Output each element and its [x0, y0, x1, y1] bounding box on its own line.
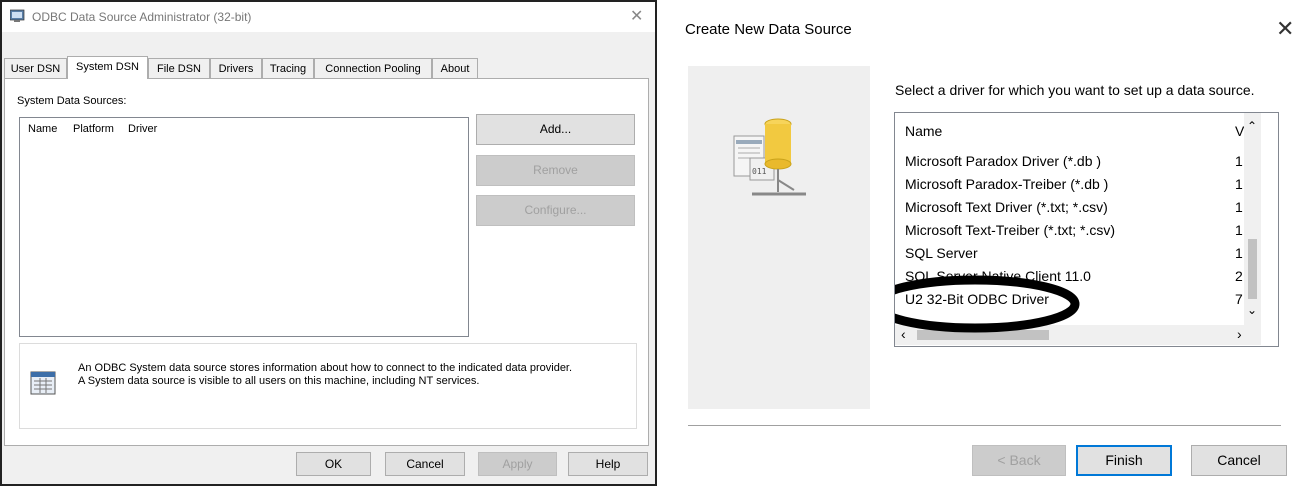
tab-drivers[interactable]: Drivers: [210, 58, 262, 78]
create-data-source-dialog: Create New Data Source ✕ 011 Select a dr…: [672, 0, 1298, 486]
close-icon[interactable]: ✕: [630, 6, 643, 26]
svg-text:011: 011: [752, 167, 767, 176]
cancel-button[interactable]: Cancel: [385, 452, 465, 476]
info-box: An ODBC System data source stores inform…: [19, 343, 637, 429]
system-data-sources-label: System Data Sources:: [17, 95, 127, 107]
highlight-circle-annotation: [895, 275, 1080, 333]
column-header-version[interactable]: V: [1235, 123, 1244, 139]
list-item-version: 1: [1235, 245, 1243, 261]
info-line-2: A System data source is visible to all u…: [78, 375, 480, 387]
tab-user-dsn[interactable]: User DSN: [4, 58, 67, 78]
help-button[interactable]: Help: [568, 452, 648, 476]
data-source-wizard-icon: 011: [733, 118, 806, 196]
column-header-name[interactable]: Name: [28, 123, 57, 135]
column-header-platform[interactable]: Platform: [73, 123, 114, 135]
configure-button[interactable]: Configure...: [476, 195, 635, 226]
data-sources-list[interactable]: Name Platform Driver: [19, 117, 469, 337]
remove-button[interactable]: Remove: [476, 155, 635, 186]
list-item[interactable]: Microsoft Text Driver (*.txt; *.csv): [905, 199, 1108, 215]
cancel-button[interactable]: Cancel: [1191, 445, 1287, 476]
list-item[interactable]: Microsoft Text-Treiber (*.txt; *.csv): [905, 222, 1115, 238]
vertical-scroll-thumb[interactable]: [1248, 239, 1257, 299]
tab-tracing[interactable]: Tracing: [262, 58, 314, 78]
info-text: An ODBC System data source stores inform…: [78, 362, 638, 388]
list-item-version: 1: [1235, 199, 1243, 215]
tab-about[interactable]: About: [432, 58, 478, 78]
list-item-version: 7: [1235, 291, 1243, 307]
database-info-icon: [30, 371, 56, 395]
close-icon[interactable]: ✕: [1276, 16, 1294, 42]
driver-list[interactable]: Name V Microsoft Paradox Driver (*.db ) …: [894, 112, 1279, 347]
apply-button[interactable]: Apply: [478, 452, 557, 476]
column-header-driver[interactable]: Driver: [128, 123, 157, 135]
ok-button[interactable]: OK: [296, 452, 371, 476]
list-item[interactable]: Microsoft Paradox-Treiber (*.db ): [905, 176, 1108, 192]
odbc-admin-window: ODBC Data Source Administrator (32-bit) …: [0, 0, 657, 486]
separator: [688, 425, 1281, 426]
list-item[interactable]: Microsoft Paradox Driver (*.db ): [905, 153, 1101, 169]
vertical-scrollbar[interactable]: ⌃ ⌄: [1244, 113, 1261, 325]
info-line-1: An ODBC System data source stores inform…: [78, 362, 573, 374]
tab-strip: User DSN System DSN File DSN Drivers Tra…: [2, 56, 655, 79]
tab-file-dsn[interactable]: File DSN: [148, 58, 210, 78]
system-dsn-panel: System Data Sources: Name Platform Drive…: [4, 78, 649, 446]
tab-connection-pooling[interactable]: Connection Pooling: [314, 58, 432, 78]
column-header-name[interactable]: Name: [905, 123, 942, 139]
list-item-version: 1: [1235, 176, 1243, 192]
scroll-up-icon[interactable]: ⌃: [1247, 119, 1257, 133]
list-item-version: 1: [1235, 153, 1243, 169]
dialog-title: Create New Data Source: [685, 21, 852, 38]
list-item[interactable]: SQL Server: [905, 245, 978, 261]
odbc-app-icon: [10, 9, 25, 22]
select-driver-prompt: Select a driver for which you want to se…: [895, 82, 1255, 98]
back-button[interactable]: < Back: [972, 445, 1066, 476]
window-title: ODBC Data Source Administrator (32-bit): [32, 10, 252, 24]
list-item-version: 1: [1235, 222, 1243, 238]
tab-system-dsn[interactable]: System DSN: [67, 56, 148, 79]
side-banner: 011: [688, 66, 870, 409]
title-bar: ODBC Data Source Administrator (32-bit) …: [2, 2, 655, 32]
scroll-right-icon[interactable]: ›: [1237, 326, 1242, 342]
list-item-version: 2: [1235, 268, 1243, 284]
finish-button[interactable]: Finish: [1076, 445, 1172, 476]
scroll-down-icon[interactable]: ⌄: [1247, 303, 1257, 317]
add-button[interactable]: Add...: [476, 114, 635, 145]
